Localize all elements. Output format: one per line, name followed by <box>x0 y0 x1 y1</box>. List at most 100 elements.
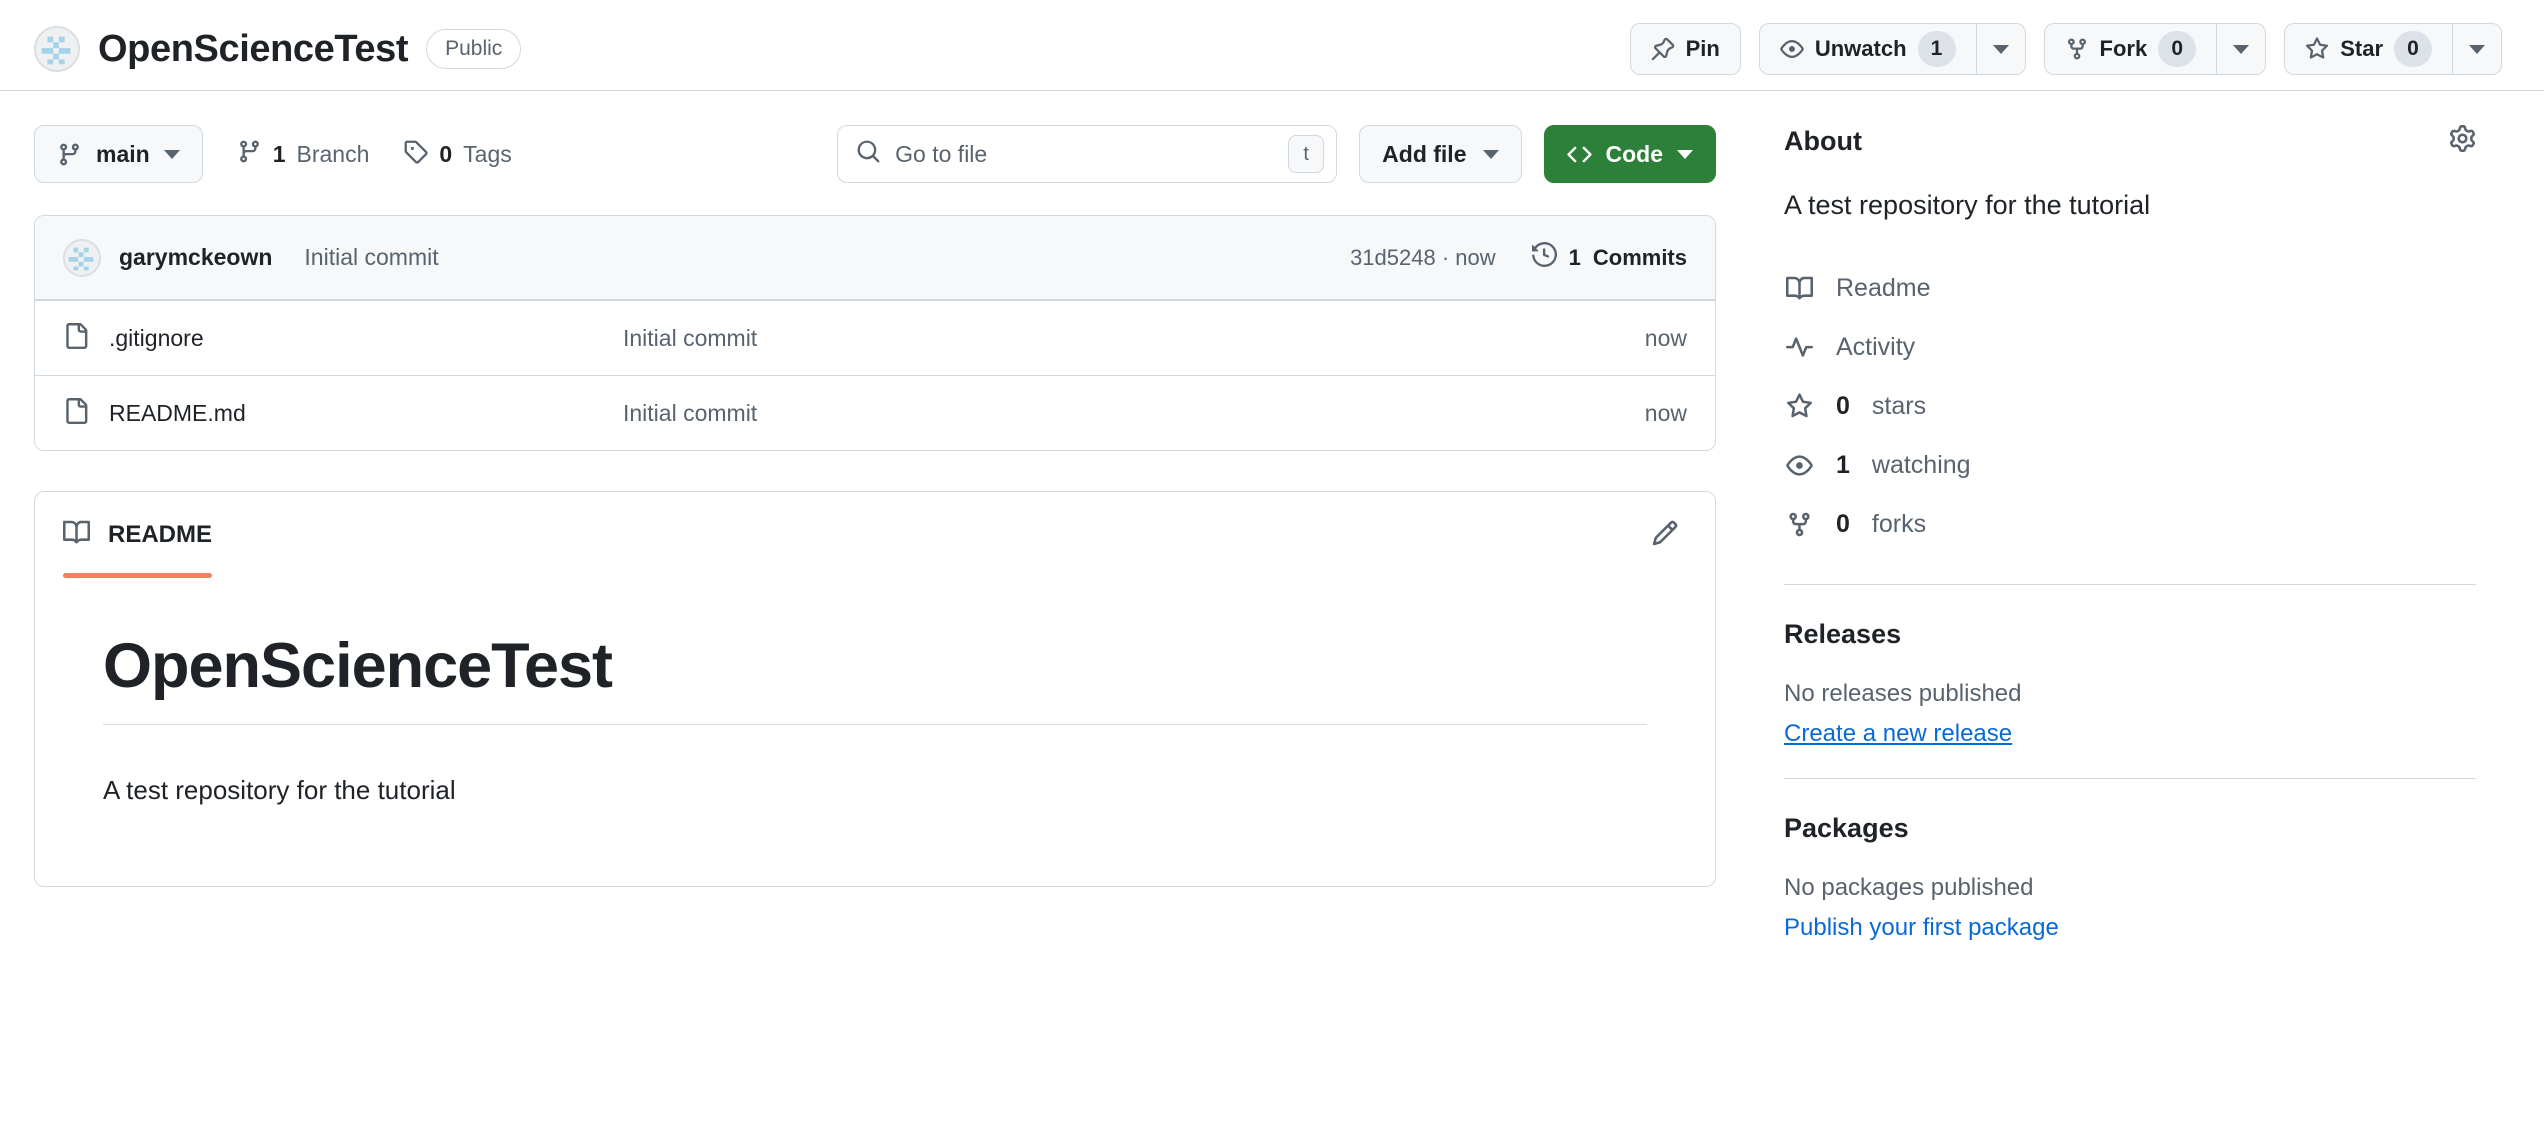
about-links: Readme Activity 0 stars 1 watching 0 for… <box>1784 259 2476 554</box>
repository-actions: Pin Unwatch 1 Fork 0 Star 0 <box>1629 23 2510 75</box>
sidebar: About A test repository for the tutorial… <box>1716 125 2476 942</box>
file-commit-message[interactable]: Initial commit <box>623 325 1645 352</box>
releases-title: Releases <box>1784 618 1902 649</box>
file-commit-message[interactable]: Initial commit <box>623 400 1645 427</box>
gear-icon <box>2449 125 2476 157</box>
sidebar-item-readme[interactable]: Readme <box>1784 259 2476 318</box>
edit-repository-settings-button[interactable] <box>2449 125 2476 157</box>
refs-meta: 1 Branch 0 Tags <box>237 139 512 170</box>
star-button[interactable]: Star 0 <box>2284 23 2452 75</box>
unwatch-button[interactable]: Unwatch 1 <box>1758 23 1976 75</box>
table-row[interactable]: .gitignore Initial commit now <box>35 300 1715 375</box>
branch-selector-label: main <box>96 140 150 167</box>
sidebar-item-label: forks <box>1871 509 1927 538</box>
releases-empty-text: No releases published <box>1784 679 2022 707</box>
avatar <box>63 238 101 277</box>
file-timestamp: now <box>1644 324 1687 351</box>
chevron-down-icon <box>1677 149 1693 159</box>
file-name[interactable]: .gitignore <box>109 325 204 352</box>
pencil-icon <box>1651 519 1679 552</box>
file-name-cell: .gitignore <box>63 322 623 354</box>
add-file-button[interactable]: Add file <box>1359 125 1522 183</box>
sidebar-item-forks[interactable]: 0 forks <box>1784 495 2476 554</box>
packages-header: Packages <box>1784 813 2476 844</box>
star-dropdown-button[interactable] <box>2452 23 2502 75</box>
chevron-down-icon <box>2233 44 2250 54</box>
forks-count-value: 0 <box>1836 509 1850 538</box>
book-icon <box>1784 275 1814 302</box>
create-release-link[interactable]: Create a new release <box>1784 720 2012 748</box>
fork-dropdown-button[interactable] <box>2216 23 2267 75</box>
commits-count-link[interactable]: 1 Commits <box>1531 241 1687 273</box>
tab-readme[interactable]: README <box>63 492 213 578</box>
branch-selector-button[interactable]: main <box>34 125 203 183</box>
pin-icon <box>1651 37 1675 61</box>
sidebar-item-activity[interactable]: Activity <box>1784 318 2476 377</box>
branch-count-value: 1 <box>272 140 286 167</box>
chevron-down-icon <box>163 149 180 159</box>
packages-section: Packages No packages published Publish y… <box>1784 813 2476 942</box>
code-button-label: Code <box>1605 140 1664 167</box>
about-section: About A test repository for the tutorial… <box>1784 125 2476 554</box>
readme-heading: OpenScienceTest <box>103 630 1647 725</box>
tag-count-link[interactable]: 0 Tags <box>403 139 512 170</box>
star-icon <box>2305 37 2329 61</box>
table-row[interactable]: README.md Initial commit now <box>35 375 1715 450</box>
star-button-label: Star <box>2340 36 2383 61</box>
sidebar-item-label: Activity <box>1836 332 1916 361</box>
repo-identicon-avatar <box>34 26 80 72</box>
repository-page: OpenScienceTest Public Pin Unwatch 1 For… <box>0 0 2544 1126</box>
sidebar-item-watching[interactable]: 1 watching <box>1784 436 2476 495</box>
commit-hash-and-time[interactable]: 31d5248 · now <box>1350 245 1496 271</box>
fork-button[interactable]: Fork 0 <box>2043 23 2217 75</box>
pin-button[interactable]: Pin <box>1629 23 1741 75</box>
sidebar-divider <box>1784 777 2476 779</box>
commit-author: garymckeown Initial commit <box>63 238 439 277</box>
toolbar-right: Go to file t Add file Code <box>837 125 1716 183</box>
about-header: About <box>1784 125 2476 157</box>
visibility-badge: Public <box>426 29 522 69</box>
packages-title: Packages <box>1784 812 1909 843</box>
readme-content: OpenScienceTest A test repository for th… <box>35 578 1715 886</box>
unwatch-button-label: Unwatch <box>1814 36 1907 61</box>
eye-icon <box>1784 452 1814 479</box>
sidebar-item-label: watching <box>1871 450 1971 479</box>
fork-count: 0 <box>2158 31 2197 67</box>
sidebar-item-label: Readme <box>1836 273 1931 302</box>
commit-author-name[interactable]: garymckeown <box>119 244 272 271</box>
file-name[interactable]: README.md <box>109 400 246 427</box>
star-count: 0 <box>2394 31 2432 67</box>
page-title: OpenScienceTest <box>98 27 409 70</box>
branch-count-link[interactable]: 1 Branch <box>237 139 370 170</box>
pin-button-label: Pin <box>1685 36 1720 61</box>
file-timestamp: now <box>1644 399 1687 426</box>
about-title: About <box>1784 125 1862 156</box>
search-shortcut-badge: t <box>1288 135 1325 173</box>
star-split-button: Star 0 <box>2284 23 2502 75</box>
watch-count: 1 <box>1917 31 1956 67</box>
tab-readme-label: README <box>108 521 213 548</box>
code-button[interactable]: Code <box>1543 125 1716 183</box>
code-icon <box>1566 142 1592 167</box>
file-icon <box>63 397 89 429</box>
search-icon <box>856 139 881 169</box>
git-branch-icon <box>57 142 82 167</box>
commit-message[interactable]: Initial commit <box>304 244 438 271</box>
book-icon <box>63 519 91 551</box>
search-input-placeholder: Go to file <box>895 140 988 167</box>
fork-button-label: Fork <box>2099 36 2148 61</box>
chevron-down-icon <box>2469 44 2485 54</box>
sidebar-item-stars[interactable]: 0 stars <box>1784 377 2476 436</box>
sidebar-item-label: stars <box>1871 391 1927 420</box>
repo-forked-icon <box>2065 37 2089 61</box>
search-input[interactable]: Go to file t <box>837 125 1338 183</box>
pulse-icon <box>1784 334 1814 361</box>
chevron-down-icon <box>1482 149 1499 159</box>
commits-count-value: 1 <box>1568 244 1581 270</box>
edit-readme-button[interactable] <box>1643 511 1687 560</box>
readme-paragraph: A test repository for the tutorial <box>103 775 456 805</box>
branch-count-label: Branch <box>296 140 370 167</box>
repo-forked-icon <box>1784 511 1814 538</box>
publish-package-link[interactable]: Publish your first package <box>1784 914 2059 942</box>
watch-dropdown-button[interactable] <box>1975 23 2026 75</box>
